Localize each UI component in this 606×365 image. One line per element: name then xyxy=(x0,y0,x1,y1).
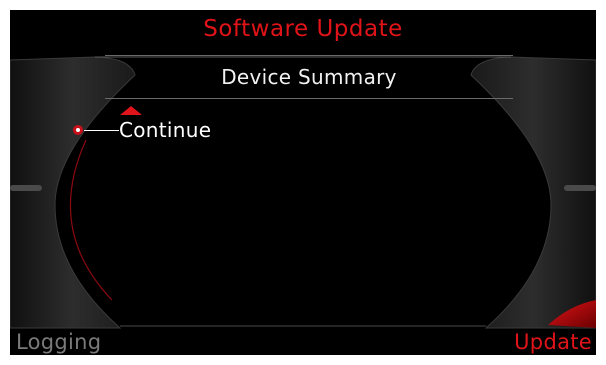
left-notch xyxy=(10,185,42,191)
right-notch xyxy=(564,185,596,191)
screen-title: Software Update xyxy=(203,16,403,42)
selection-line xyxy=(84,130,119,131)
mmi-screen: Software Update Device Summary Continue … xyxy=(0,0,606,365)
radio-dot-icon xyxy=(73,125,83,135)
page-header: Device Summary xyxy=(105,55,513,99)
triangle-up-icon xyxy=(120,106,142,115)
softkey-update[interactable]: Update xyxy=(514,330,592,354)
menu-item-label: Continue xyxy=(119,118,212,142)
menu-item-continue[interactable]: Continue xyxy=(73,118,273,146)
page-header-label: Device Summary xyxy=(221,65,397,89)
softkey-logging[interactable]: Logging xyxy=(16,330,101,354)
left-red-arc xyxy=(69,139,113,301)
